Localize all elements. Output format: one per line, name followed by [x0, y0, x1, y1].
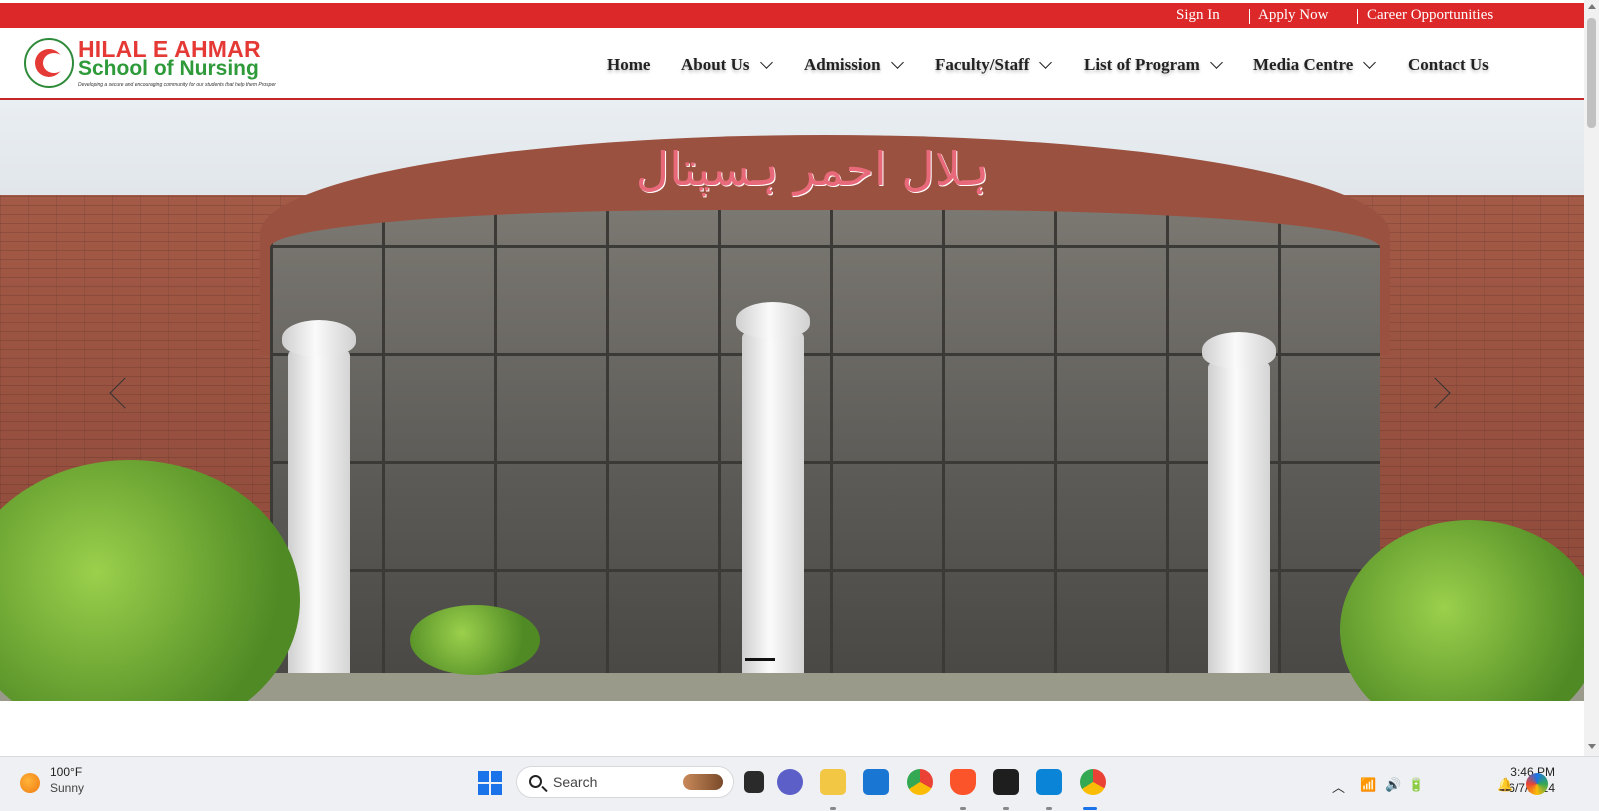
hospital-sign: ہلال احمر ہسپتال [635, 142, 990, 196]
logo-subtitle: School of Nursing [78, 57, 259, 80]
apply-now-link[interactable]: Apply Now [1258, 7, 1328, 24]
app-running-indicator [1046, 807, 1052, 810]
nav-label: About Us [681, 55, 750, 74]
weather-description[interactable]: Sunny [50, 781, 84, 795]
search-icon [529, 775, 542, 788]
page-scrollbar[interactable] [1584, 0, 1599, 756]
nav-contact-us[interactable]: Contact Us [1408, 53, 1489, 77]
weather-temperature[interactable]: 100°F [50, 765, 82, 779]
logo-tagline: Developing a secure and encouraging comm… [78, 82, 276, 88]
copilot-icon[interactable] [1526, 773, 1548, 795]
nav-media-centre[interactable]: Media Centre [1253, 53, 1377, 77]
windows-start-icon[interactable] [478, 771, 502, 795]
shrub [410, 605, 540, 675]
app-running-indicator [960, 807, 966, 810]
volume-icon[interactable]: 🔊 [1385, 777, 1401, 793]
terminal-icon[interactable] [993, 769, 1019, 795]
nav-label: Contact Us [1408, 55, 1489, 74]
nav-list-of-program[interactable]: List of Program [1084, 53, 1223, 77]
teams-chat-icon[interactable] [777, 769, 803, 795]
nav-label: Admission [804, 55, 881, 74]
scroll-up-arrow-icon[interactable] [1588, 4, 1596, 9]
scroll-thumb[interactable] [1587, 18, 1596, 128]
chevron-down-icon [759, 55, 773, 69]
nav-admission[interactable]: Admission [804, 53, 904, 77]
app-running-indicator [1003, 807, 1009, 810]
nav-faculty-staff[interactable]: Faculty/Staff [935, 53, 1053, 77]
pillar [1202, 332, 1276, 682]
taskbar-search[interactable]: Search [516, 766, 734, 798]
chevron-down-icon [1363, 55, 1377, 69]
app-active-indicator [1083, 807, 1097, 810]
site-logo[interactable]: HILAL E AHMAR School of Nursing Developi… [24, 36, 276, 92]
task-view-icon[interactable] [744, 771, 764, 793]
carousel-indicator[interactable] [745, 658, 775, 661]
crescent-emblem-icon [24, 38, 74, 88]
nav-label: List of Program [1084, 55, 1200, 74]
sign-in-link[interactable]: Sign In [1176, 7, 1220, 24]
notification-bell-icon[interactable]: 🔔 [1497, 777, 1513, 793]
search-highlight-icon [683, 774, 723, 790]
sun-weather-icon[interactable] [20, 773, 40, 793]
pillar [736, 302, 810, 692]
top-utility-bar: Sign In Apply Now Career Opportunities [0, 0, 1584, 28]
scroll-down-arrow-icon[interactable] [1588, 744, 1596, 749]
separator [1357, 9, 1358, 24]
chrome-icon[interactable] [907, 769, 933, 795]
brave-browser-icon[interactable] [950, 769, 976, 795]
microsoft-store-icon[interactable] [863, 769, 889, 795]
wifi-icon[interactable]: 📶 [1360, 777, 1376, 793]
vscode-icon[interactable] [1036, 769, 1062, 795]
nav-label: Faculty/Staff [935, 55, 1030, 74]
site-header: HILAL E AHMAR School of Nursing Developi… [0, 28, 1584, 100]
os-taskbar: 100°F Sunny Search ︿ 📶 🔊 🔋 3:46 PM 6/7/2… [0, 756, 1599, 811]
career-opportunities-link[interactable]: Career Opportunities [1367, 7, 1493, 24]
search-placeholder: Search [553, 774, 598, 790]
pillar [282, 320, 356, 680]
chrome-profile-icon[interactable] [1080, 769, 1106, 795]
chevron-down-icon [890, 55, 904, 69]
chevron-down-icon [1209, 55, 1223, 69]
nav-about-us[interactable]: About Us [681, 53, 773, 77]
nav-label: Media Centre [1253, 55, 1354, 74]
file-explorer-icon[interactable] [820, 769, 846, 795]
app-running-indicator [830, 807, 836, 810]
chevron-down-icon [1039, 55, 1053, 69]
nav-home[interactable]: Home [607, 53, 650, 77]
chevron-up-icon[interactable]: ︿ [1332, 777, 1345, 796]
battery-icon[interactable]: 🔋 [1408, 777, 1424, 793]
nav-label: Home [607, 55, 651, 74]
hero-carousel: ہلال احمر ہسپتال [0, 100, 1584, 701]
separator [1249, 9, 1250, 24]
